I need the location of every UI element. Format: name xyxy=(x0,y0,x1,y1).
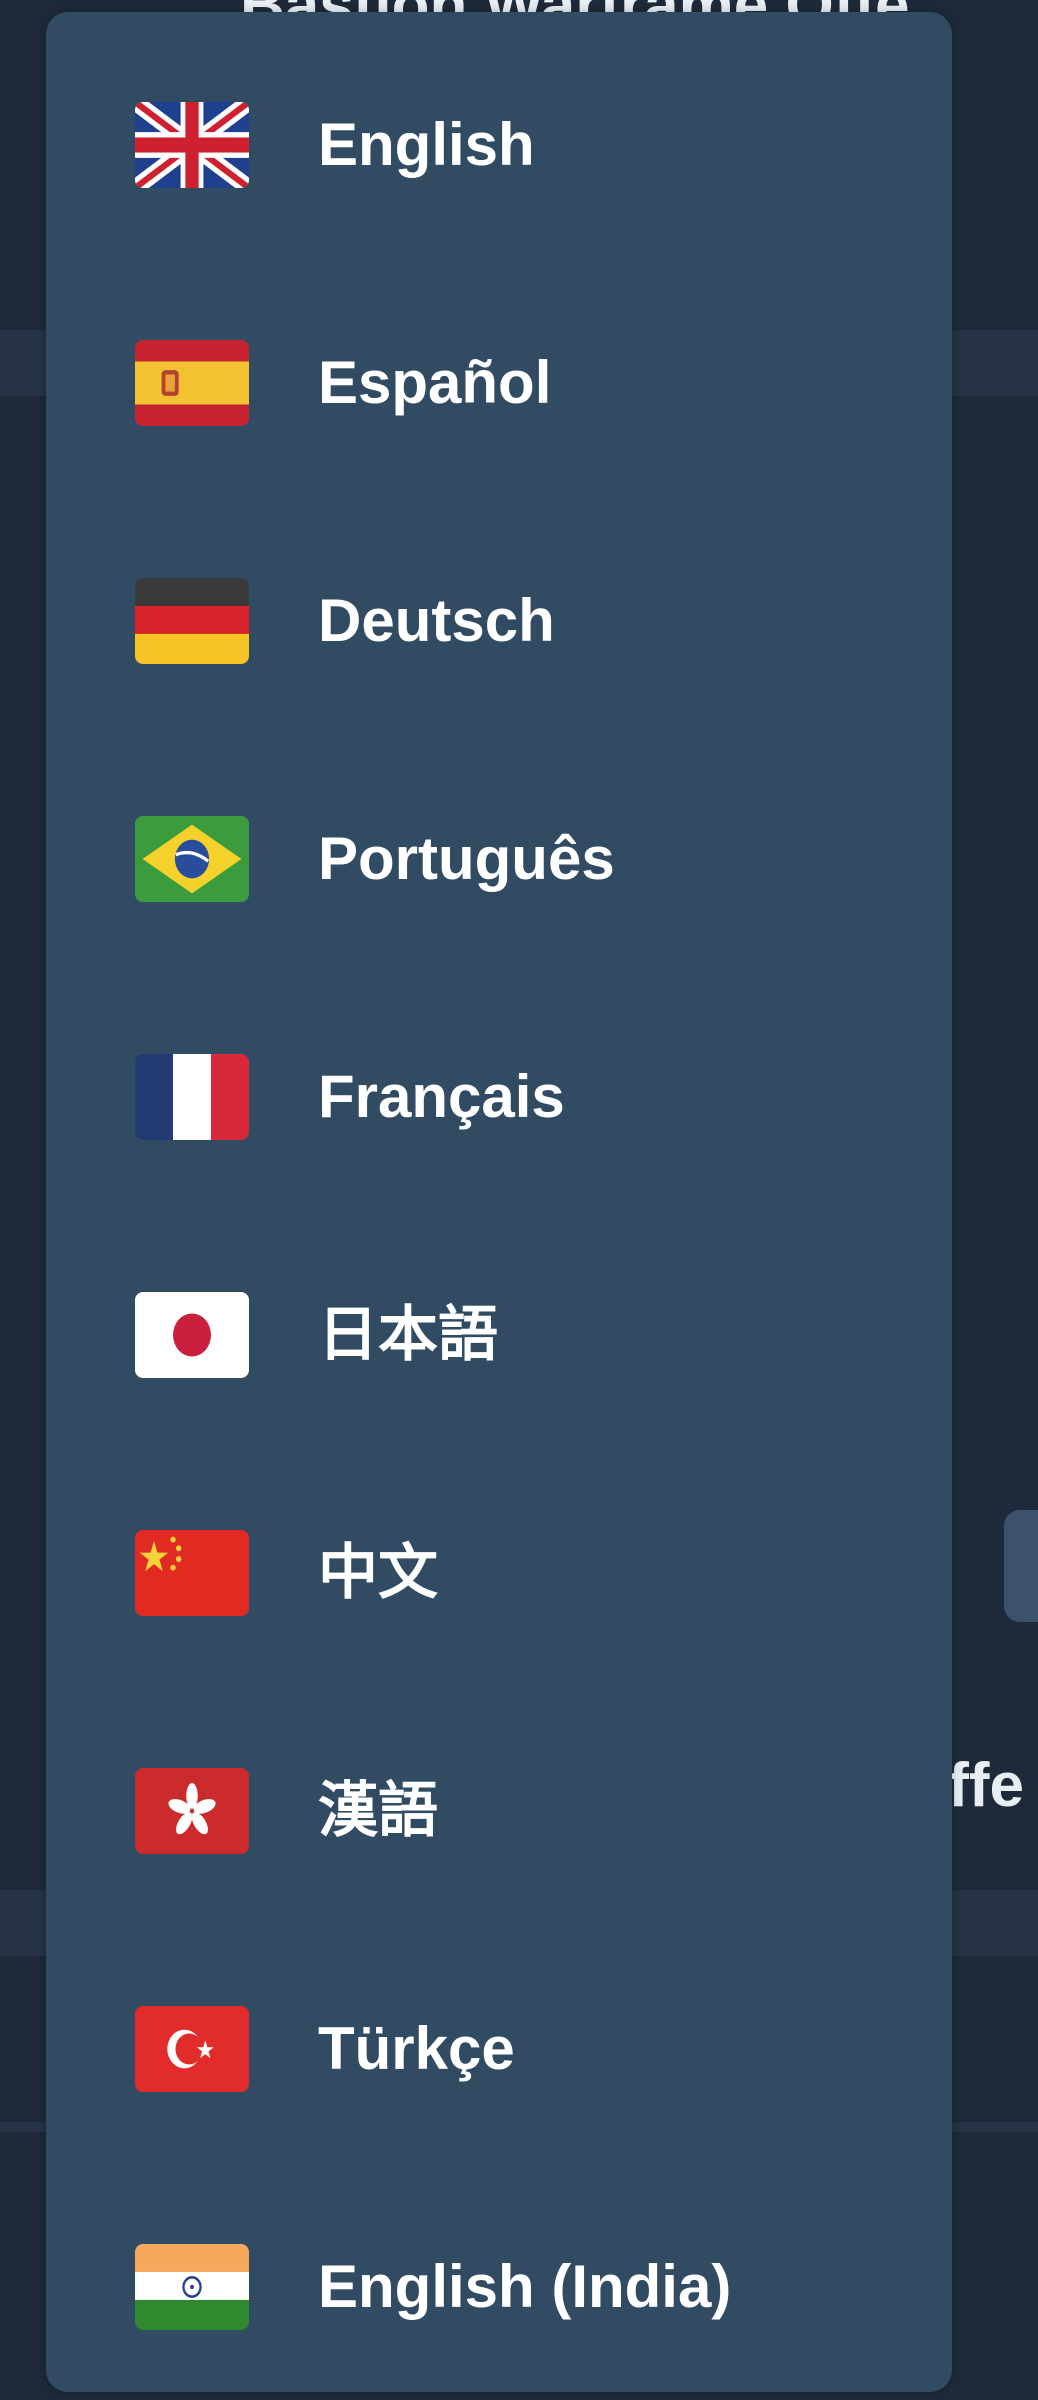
language-option-japanese[interactable]: 日本語 xyxy=(46,1260,952,1410)
language-label: Français xyxy=(318,1063,565,1130)
japan-flag-icon xyxy=(135,1292,249,1378)
china-flag-icon xyxy=(135,1530,249,1616)
background-button xyxy=(1004,1510,1038,1622)
language-label: English xyxy=(318,111,535,178)
language-label: Español xyxy=(318,349,552,416)
language-option-french[interactable]: Français xyxy=(46,1022,952,1172)
spain-flag-icon xyxy=(135,340,249,426)
language-label: 中文 xyxy=(318,1539,438,1606)
language-option-chinese[interactable]: 中文 xyxy=(46,1498,952,1648)
language-label: Português xyxy=(318,825,615,892)
brazil-flag-icon xyxy=(135,816,249,902)
hong-kong-flag-icon xyxy=(135,1768,249,1854)
language-option-turkish[interactable]: Türkçe xyxy=(46,1974,952,2124)
language-label: English (India) xyxy=(318,2253,732,2320)
language-option-german[interactable]: Deutsch xyxy=(46,546,952,696)
india-flag-icon xyxy=(135,2244,249,2330)
germany-flag-icon xyxy=(135,578,249,664)
language-dropdown-menu: English Español Deutsch Português França… xyxy=(46,12,952,2392)
language-option-english-india[interactable]: English (India) xyxy=(46,2212,952,2362)
language-option-traditional-chinese[interactable]: 漢語 xyxy=(46,1736,952,1886)
language-label: Deutsch xyxy=(318,587,555,654)
language-label: 日本語 xyxy=(318,1301,498,1368)
language-option-portuguese[interactable]: Português xyxy=(46,784,952,934)
language-option-spanish[interactable]: Español xyxy=(46,308,952,458)
turkey-flag-icon xyxy=(135,2006,249,2092)
language-label: Türkçe xyxy=(318,2015,515,2082)
uk-flag-icon xyxy=(135,102,249,188)
language-label: 漢語 xyxy=(318,1777,438,1844)
language-option-english[interactable]: English xyxy=(46,70,952,220)
france-flag-icon xyxy=(135,1054,249,1140)
